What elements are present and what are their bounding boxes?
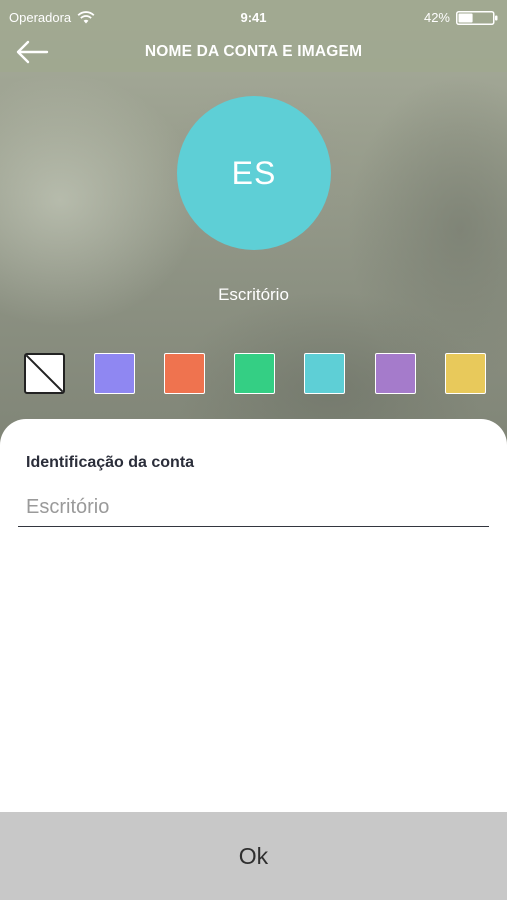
- form-sheet: Identificação da conta: [0, 419, 507, 813]
- color-swatches: [0, 353, 507, 394]
- avatar-initials: ES: [231, 154, 277, 191]
- swatch-orange[interactable]: [164, 353, 205, 394]
- swatch-cyan[interactable]: [304, 353, 345, 394]
- battery-icon: [456, 10, 498, 25]
- no-color-icon: [26, 355, 63, 392]
- page-title: NOME DA CONTA E IMAGEM: [144, 43, 363, 60]
- swatch-purple[interactable]: [375, 353, 416, 394]
- avatar[interactable]: ES: [177, 96, 331, 250]
- account-id-input[interactable]: [18, 489, 489, 527]
- ok-button[interactable]: Ok: [0, 812, 507, 900]
- swatch-blue[interactable]: [94, 353, 135, 394]
- account-name: Escritório: [218, 285, 289, 304]
- swatch-none[interactable]: [24, 353, 65, 394]
- account-id-label: Identificação da conta: [26, 454, 195, 471]
- battery-group: 42%: [424, 10, 498, 25]
- battery-percent: 42%: [423, 10, 450, 25]
- header: NOME DA CONTA E IMAGEM: [0, 34, 507, 72]
- ok-button-label: Ok: [238, 842, 269, 869]
- status-bar: Operadora 9:41 42%: [0, 0, 507, 34]
- swatch-yellow[interactable]: [445, 353, 486, 394]
- swatch-green[interactable]: [234, 353, 275, 394]
